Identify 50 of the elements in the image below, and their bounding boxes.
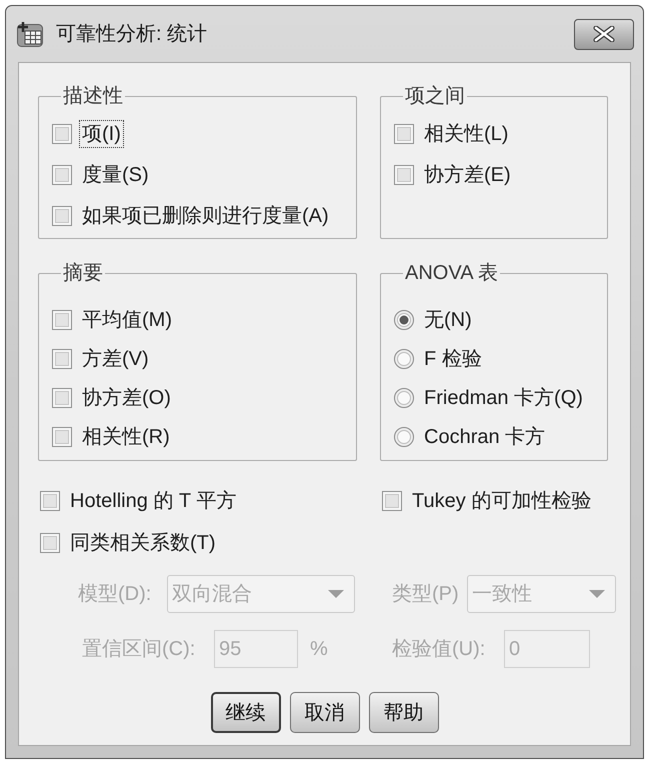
checkbox-label[interactable]: 相关性(R) [79, 423, 173, 451]
radio-button[interactable] [394, 388, 414, 408]
field-label: 检验值(U): [392, 638, 486, 660]
radio-label[interactable]: F 检验 [421, 345, 485, 373]
field-label: 模型(D): [78, 583, 152, 605]
checkbox-label[interactable]: 协方差(E) [421, 161, 514, 189]
checkbox[interactable] [52, 165, 72, 185]
group-title: 摘要 [62, 261, 104, 285]
group-title: 描述性 [62, 84, 124, 108]
dialog-button[interactable]: 继续 [210, 692, 280, 733]
radio-button[interactable] [394, 349, 414, 369]
radio-label[interactable]: Cochran 卡方 [421, 423, 548, 451]
checkbox-label[interactable]: 平均值(M) [79, 306, 175, 334]
caret-icon [328, 590, 344, 598]
close-button[interactable] [574, 18, 634, 50]
dialog-button[interactable]: 取消 [290, 692, 360, 733]
checkbox-label[interactable]: 方差(V) [79, 345, 152, 373]
checkbox[interactable] [40, 491, 60, 511]
radio-label[interactable]: 无(N) [421, 306, 475, 334]
window-title: 可靠性分析: 统计 [56, 22, 208, 47]
dialog-button[interactable]: 帮助 [368, 692, 438, 733]
checkbox[interactable] [40, 533, 60, 553]
checkbox[interactable] [394, 165, 414, 185]
checkbox-label[interactable]: Hotelling 的 T 平方 [67, 487, 240, 515]
checkbox[interactable] [52, 124, 72, 144]
caret-icon [589, 590, 605, 598]
radio-button[interactable] [394, 310, 414, 330]
radio-button[interactable] [394, 427, 414, 447]
checkbox[interactable] [394, 124, 414, 144]
unit-label: % [310, 637, 328, 662]
checkbox[interactable] [52, 427, 72, 447]
checkbox-label[interactable]: 协方差(O) [79, 384, 174, 412]
field-label: 置信区间(C): [82, 638, 196, 660]
checkbox-label[interactable]: 相关性(L) [421, 120, 512, 148]
table-icon [17, 20, 44, 48]
checkbox[interactable] [52, 206, 72, 226]
checkbox-label[interactable]: Tukey 的可加性检验 [409, 487, 594, 515]
checkbox[interactable] [382, 491, 402, 511]
field-label: 类型(P) [392, 583, 459, 605]
checkbox-label[interactable]: 如果项已删除则进行度量(A) [79, 202, 332, 230]
checkbox[interactable] [52, 388, 72, 408]
checkbox-label[interactable]: 项(I) [79, 120, 124, 148]
group-title: 项之间 [404, 84, 466, 108]
group-title: ANOVA 表 [404, 261, 499, 285]
checkbox-label[interactable]: 度量(S) [79, 161, 152, 189]
checkbox[interactable] [52, 310, 72, 330]
checkbox[interactable] [52, 349, 72, 369]
checkbox-label[interactable]: 同类相关系数(T) [67, 529, 219, 557]
close-icon [593, 26, 615, 42]
radio-label[interactable]: Friedman 卡方(Q) [421, 384, 586, 412]
